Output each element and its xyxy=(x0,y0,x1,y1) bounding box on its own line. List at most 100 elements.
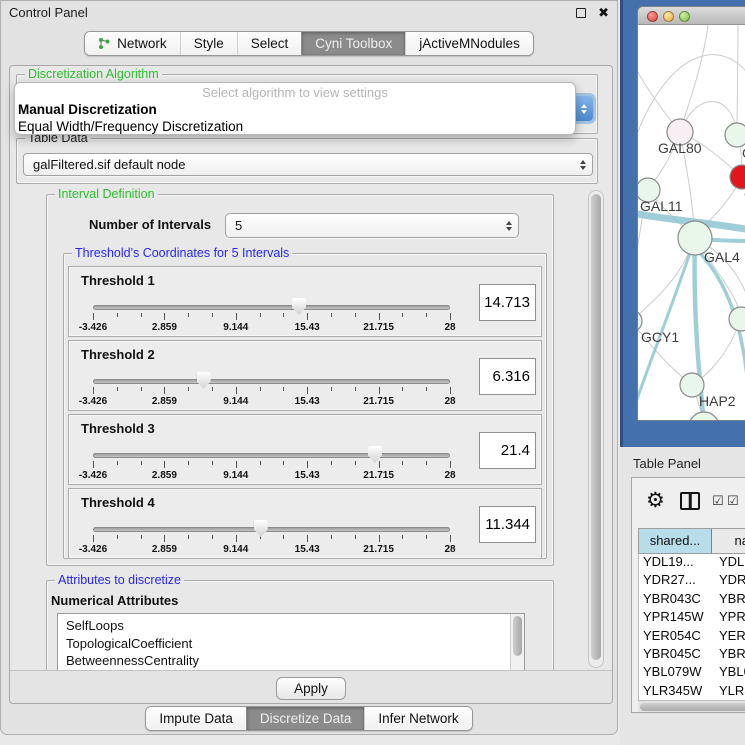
attribute-item-selfloops[interactable]: SelfLoops xyxy=(58,617,524,635)
table-row[interactable]: YDR27...YDR2 xyxy=(639,572,745,590)
cell-name: YBL0 xyxy=(713,664,745,682)
cell-name: YDL1 xyxy=(713,554,745,572)
column-header-shared-name[interactable]: shared... xyxy=(638,529,712,553)
tab-label: Network xyxy=(117,36,167,51)
close-traffic-light-icon[interactable] xyxy=(647,11,658,22)
bottom-tab-bar: Impute DataDiscretize DataInfer Network xyxy=(145,706,472,731)
threshold-slider[interactable]: -3.4262.8599.14415.4321.71528 xyxy=(93,521,450,557)
table-data-group: Table Data galFiltered.sif default node xyxy=(16,138,598,184)
cell-shared-name: YBR045C xyxy=(639,646,713,664)
threshold-value-field[interactable]: 11.344 xyxy=(479,506,536,543)
combobox-stepper[interactable] xyxy=(575,96,593,121)
node-label: GAL4 xyxy=(704,249,740,265)
table-row[interactable]: YLR345WYLR3 xyxy=(639,683,745,700)
right-panel: GAL80GCGAL11GAL4GCY1HHAP2 Table Panel ⚙ … xyxy=(620,0,745,745)
window-title: Control Panel xyxy=(9,5,88,20)
node-label: GAL11 xyxy=(640,198,683,214)
slider-tick-labels: -3.4262.8599.14415.4321.71528 xyxy=(93,322,450,334)
tab-discretize-data[interactable]: Discretize Data xyxy=(246,707,365,730)
table-row[interactable]: YBR045CYBR0 xyxy=(639,646,745,664)
num-intervals-label: Number of Intervals xyxy=(89,217,211,232)
cell-shared-name: YBR043C xyxy=(639,591,713,609)
control-panel-titlebar: Control Panel ✖ xyxy=(1,1,617,25)
table-rows: YDL19...YDL1YDR27...YDR2YBR043CYBR0YPR14… xyxy=(638,554,745,700)
table-row[interactable]: YBR043CYBR0 xyxy=(639,591,745,609)
table-panel-title: Table Panel xyxy=(633,456,701,471)
slider-track[interactable] xyxy=(93,527,450,532)
minimize-traffic-light-icon[interactable] xyxy=(663,11,674,22)
network-node[interactable] xyxy=(689,412,719,421)
node-label: HAP2 xyxy=(699,393,736,409)
slider-tick-labels: -3.4262.8599.14415.4321.71528 xyxy=(93,544,450,556)
threshold-value-field[interactable]: 21.4 xyxy=(479,432,536,469)
network-node-g[interactable] xyxy=(725,123,745,147)
settings-scrollbar[interactable] xyxy=(588,190,604,668)
cell-shared-name: YLR345W xyxy=(639,683,713,700)
table-row[interactable]: YPR145WYPR1 xyxy=(639,609,745,627)
slider-track[interactable] xyxy=(93,379,450,384)
table-row[interactable]: YBL079WYBL0 xyxy=(639,664,745,682)
threshold-row-3: Threshold 3-3.4262.8599.14415.4321.71528… xyxy=(68,414,542,485)
dropdown-prompt: Select algorithm to view settings xyxy=(15,85,575,102)
table-row[interactable]: YDL19...YDL1 xyxy=(639,554,745,572)
slider-tick-labels: -3.4262.8599.14415.4321.71528 xyxy=(93,470,450,482)
attribute-item-betweennesscentrality[interactable]: BetweennessCentrality xyxy=(58,652,524,670)
network-desktop: GAL80GCGAL11GAL4GCY1HHAP2 xyxy=(620,0,745,447)
gear-icon[interactable]: ⚙ xyxy=(646,488,665,513)
group-title: Threshold's Coordinates for 5 Intervals xyxy=(72,246,292,261)
group-title: Discretization Algorithm xyxy=(25,67,162,82)
settings-scrollbar-thumb[interactable] xyxy=(591,194,601,660)
threshold-label: Threshold 4 xyxy=(81,495,155,510)
numerical-attributes-list: SelfLoopsTopologicalCoefficientBetweenne… xyxy=(57,613,525,670)
apply-bar: Apply xyxy=(10,670,612,703)
apply-button[interactable]: Apply xyxy=(276,677,346,700)
threshold-value-field[interactable]: 14.713 xyxy=(479,284,536,321)
tab-impute-data[interactable]: Impute Data xyxy=(146,707,246,730)
attribute-item-topologicalcoefficient[interactable]: TopologicalCoefficient xyxy=(58,635,524,653)
tab-infer-network[interactable]: Infer Network xyxy=(364,707,471,730)
network-view-window: GAL80GCGAL11GAL4GCY1HHAP2 xyxy=(637,6,745,421)
close-window-icon[interactable]: ✖ xyxy=(598,5,609,21)
tab-cyni-toolbox[interactable]: Cyni Toolbox xyxy=(301,32,405,55)
table-h-scrollbar[interactable] xyxy=(638,700,745,712)
table-row[interactable]: YER054CYER0 xyxy=(639,628,745,646)
cyni-toolbox-panel: Discretization Algorithm Table Data galF… xyxy=(9,65,613,704)
arrow-down-icon xyxy=(580,166,586,170)
slider-track[interactable] xyxy=(93,453,450,458)
network-window-titlebar[interactable] xyxy=(638,7,745,25)
tab-select[interactable]: Select xyxy=(237,32,302,55)
list-scrollbar-thumb[interactable] xyxy=(513,616,522,656)
tab-label: Select xyxy=(251,36,289,51)
num-intervals-combobox[interactable]: 5 xyxy=(225,213,519,238)
threshold-slider[interactable]: -3.4262.8599.14415.4321.71528 xyxy=(93,299,450,335)
split-view-icon[interactable] xyxy=(680,492,700,510)
table-h-scrollbar-thumb[interactable] xyxy=(640,703,745,711)
checkbox-icon[interactable]: ☑ xyxy=(727,493,739,509)
cell-shared-name: YDL19... xyxy=(639,554,713,572)
cell-name: YPR1 xyxy=(713,609,745,627)
table-panel-region: Table Panel ⚙ ☑ ☑ shared... na YDL19...Y… xyxy=(620,447,745,745)
table-data-combobox[interactable]: galFiltered.sif default node xyxy=(23,153,593,176)
num-intervals-value: 5 xyxy=(235,218,242,233)
float-window-icon[interactable] xyxy=(576,8,586,18)
slider-ticks xyxy=(93,461,450,469)
tab-network[interactable]: Network xyxy=(85,32,180,55)
slider-track[interactable] xyxy=(93,305,450,310)
threshold-slider[interactable]: -3.4262.8599.14415.4321.71528 xyxy=(93,447,450,483)
list-scrollbar[interactable] xyxy=(510,614,524,670)
dropdown-item-equal-width-frequency-discretization[interactable]: Equal Width/Frequency Discretization xyxy=(15,119,575,136)
threshold-value-field[interactable]: 6.316 xyxy=(479,358,536,395)
dropdown-item-manual-discretization[interactable]: Manual Discretization xyxy=(15,102,575,119)
tab-label: Cyni Toolbox xyxy=(315,36,392,51)
checkbox-icon[interactable]: ☑ xyxy=(712,493,724,509)
tab-style[interactable]: Style xyxy=(180,32,237,55)
slider-ticks xyxy=(93,313,450,321)
threshold-slider[interactable]: -3.4262.8599.14415.4321.71528 xyxy=(93,373,450,409)
network-canvas[interactable]: GAL80GCGAL11GAL4GCY1HHAP2 xyxy=(638,25,745,421)
tab-jactivemnodules[interactable]: jActiveMNodules xyxy=(405,32,533,55)
interval-definition-group: Interval Definition Number of Intervals … xyxy=(46,194,554,566)
combobox-stepper xyxy=(506,221,512,231)
column-header-name[interactable]: na xyxy=(712,529,745,553)
arrow-up-icon xyxy=(580,160,586,164)
zoom-traffic-light-icon[interactable] xyxy=(679,11,690,22)
